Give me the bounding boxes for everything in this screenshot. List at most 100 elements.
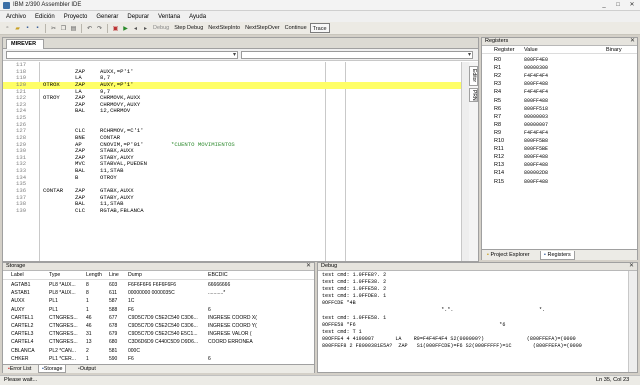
register-row[interactable]: R15 800FF488: [482, 178, 637, 186]
register-row[interactable]: R3 800FF488: [482, 80, 637, 88]
debug-scrollbar[interactable]: [628, 271, 637, 372]
trace-button[interactable]: Trace: [309, 23, 330, 33]
save-icon[interactable]: ▪: [23, 24, 32, 33]
register-row[interactable]: R10 800FF5B8: [482, 137, 637, 145]
code-line[interactable]: 133 BAL 11,STAB: [3, 167, 461, 175]
code-line[interactable]: 129 AP CNOVIM,=P'01' *CUENTO MOVIMIENTOS: [3, 141, 461, 149]
register-row[interactable]: R13 800FF488: [482, 161, 637, 169]
cut-icon[interactable]: ✂: [49, 24, 58, 33]
code-line[interactable]: 139 CLC RGTAB,FBLANCA: [3, 207, 461, 215]
step-forward-icon[interactable]: ▸: [141, 24, 150, 33]
step-debug-button[interactable]: Step Debug: [172, 23, 205, 33]
register-row[interactable]: R9 F4F4F4F4: [482, 129, 637, 137]
save-all-icon[interactable]: ▪: [33, 24, 42, 33]
menu-generar[interactable]: Generar: [96, 14, 118, 20]
undo-icon[interactable]: ↶: [85, 24, 94, 33]
register-value: F4F4F4F4: [524, 73, 549, 80]
storage-row[interactable]: CARTEL4 CTNGRES... 13 680 C3D6D6D9 C440C5D9 …: [3, 338, 314, 346]
tab-project-explorer[interactable]: ▪ Project Explorer: [484, 251, 533, 260]
register-row[interactable]: R0 800FF4E0: [482, 56, 637, 64]
register-row[interactable]: R5 800FF488: [482, 97, 637, 105]
scope-select[interactable]: [6, 51, 238, 59]
tab-output[interactable]: ▪Output: [75, 365, 99, 373]
register-row[interactable]: R6 800FF518: [482, 105, 637, 113]
open-folder-icon[interactable]: ▰: [13, 24, 22, 33]
storage-row[interactable]: AUXX PL1 1 587 1C: [3, 297, 314, 305]
storage-row[interactable]: AGTAB1 PL8 *AUX... 8 603 F6F6F6F6 F6F6F6F6 66…: [3, 281, 314, 289]
next-step-into-button[interactable]: NextStepInto: [206, 23, 242, 33]
register-row[interactable]: R1 00000300: [482, 64, 637, 72]
storage-cell: 590: [109, 355, 118, 362]
register-value: 800FF488: [524, 162, 549, 169]
tab-storage[interactable]: ▪Storage: [38, 365, 67, 373]
continue-button[interactable]: Continue: [283, 23, 309, 33]
code-line[interactable]: 126: [3, 121, 461, 129]
storage-row[interactable]: CARTEL2 CTNGRES... 46 678 C9D5C7D9 C5E2C540 …: [3, 322, 314, 330]
storage-cell: 678: [109, 323, 118, 329]
code-line[interactable]: 134 B OTROY: [3, 174, 461, 182]
debug-button[interactable]: Debug: [151, 23, 171, 33]
register-row[interactable]: R7 00000003: [482, 113, 637, 121]
menu-ventana[interactable]: Ventana: [158, 14, 180, 20]
code-line[interactable]: 138 BAL 11,STAB: [3, 200, 461, 208]
side-tab-prn[interactable]: PRN: [469, 88, 478, 102]
next-step-over-button[interactable]: NextStepOver: [243, 23, 282, 33]
paste-icon[interactable]: ▤: [69, 24, 78, 33]
editor-tab-mirever[interactable]: MIREVER: [6, 39, 44, 49]
close-icon[interactable]: ✕: [629, 263, 634, 270]
close-icon[interactable]: ✕: [306, 263, 311, 270]
storage-row[interactable]: CARTEL3 CTNGRES... 31 679 C9D5C7D9 C5E2C540 …: [3, 330, 314, 338]
run-icon[interactable]: ▶: [121, 24, 130, 33]
build-icon[interactable]: ▣: [111, 24, 120, 33]
storage-row[interactable]: AUXY PL1 1 588 F6 6: [3, 306, 314, 314]
step-back-icon[interactable]: ◂: [131, 24, 140, 33]
code-line[interactable]: 127 CLC RCHRMOV,=C'1': [3, 128, 461, 135]
member-select[interactable]: [241, 51, 473, 59]
code-line[interactable]: 118 ZAP AUXX,=P'1': [3, 68, 461, 76]
close-button[interactable]: ✕: [626, 1, 638, 9]
register-row[interactable]: R2 F4F4F4F4: [482, 72, 637, 80]
menu-archivo[interactable]: Archivo: [6, 14, 26, 20]
code-line[interactable]: 123 ZAP CHRMOVY,AUXY: [3, 101, 461, 109]
close-icon[interactable]: ✕: [630, 38, 635, 45]
code-line[interactable]: 119 LA 8,7: [3, 75, 461, 82]
code-line[interactable]: 120 OTROX ZAP AUXY,=P'1': [3, 81, 461, 89]
code-line[interactable]: 124 BAL 12,CHRMOV: [3, 108, 461, 115]
tab-registers[interactable]: ▪ Registers: [540, 251, 575, 260]
storage-row[interactable]: CHKER PL1 *CER... 1 590 F6 6: [3, 355, 314, 363]
register-row[interactable]: R4 F4F4F4F4: [482, 88, 637, 96]
code-line[interactable]: 137 ZAP GTABY,AUXY: [3, 194, 461, 202]
register-row[interactable]: R11 800FF5BE: [482, 145, 637, 153]
new-file-icon[interactable]: ▫: [3, 24, 12, 33]
storage-row[interactable]: ASTAB1 PL8 *AUX... 8 611 00000000 0000035C..…: [3, 289, 314, 297]
copy-icon[interactable]: ❐: [59, 24, 68, 33]
code-line[interactable]: 132 MVC STABVAL,PUEDEN: [3, 161, 461, 168]
code-line[interactable]: 131 ZAP STABY,AUXY: [3, 154, 461, 162]
storage-cell: 13: [86, 339, 92, 346]
register-name: R9: [494, 129, 502, 136]
maximize-button[interactable]: □: [612, 1, 624, 9]
menu-edicion[interactable]: Edición: [35, 14, 55, 20]
redo-icon[interactable]: ↷: [95, 24, 104, 33]
code-area[interactable]: 117 118 ZAP AUXX,=P'1' 119 LA 8,7 120 OTROX ZAP AU…: [3, 62, 461, 261]
col-register: Register: [494, 47, 515, 53]
menu-depurar[interactable]: Depurar: [127, 14, 149, 20]
menu-proyecto[interactable]: Proyecto: [64, 14, 88, 20]
register-row[interactable]: R8 00000007: [482, 121, 637, 129]
code-line[interactable]: 130 ZAP STABX,AUXX: [3, 147, 461, 155]
debug-line: test cmd: 1.0FFE58. 1: [322, 314, 387, 321]
storage-row[interactable]: CBLANCA PL2 *CAN... 2 581 000C: [3, 347, 314, 355]
menu-ayuda[interactable]: Ayuda: [189, 14, 206, 20]
code-line[interactable]: 121 LA 9,7: [3, 88, 461, 96]
code-line[interactable]: 136 CONTAR ZAP GTABX,AUXX: [3, 187, 461, 195]
code-line[interactable]: 122 OTROY ZAP CHRMOVK,AUXX: [3, 94, 461, 102]
register-row[interactable]: R14 800002D8: [482, 169, 637, 177]
code-line[interactable]: 135: [3, 181, 461, 188]
code-line[interactable]: 117: [3, 62, 461, 69]
storage-row[interactable]: CARTEL1 CTNGRES... 46 677 C9D5C7D9 C5E2C540 …: [3, 314, 314, 322]
code-line[interactable]: 125: [3, 114, 461, 122]
minimize-button[interactable]: _: [598, 1, 610, 9]
side-tab-editor[interactable]: Editor: [469, 66, 478, 86]
tab-error-list[interactable]: ▪Error List: [5, 365, 34, 373]
register-row[interactable]: R12 800FF488: [482, 153, 637, 161]
